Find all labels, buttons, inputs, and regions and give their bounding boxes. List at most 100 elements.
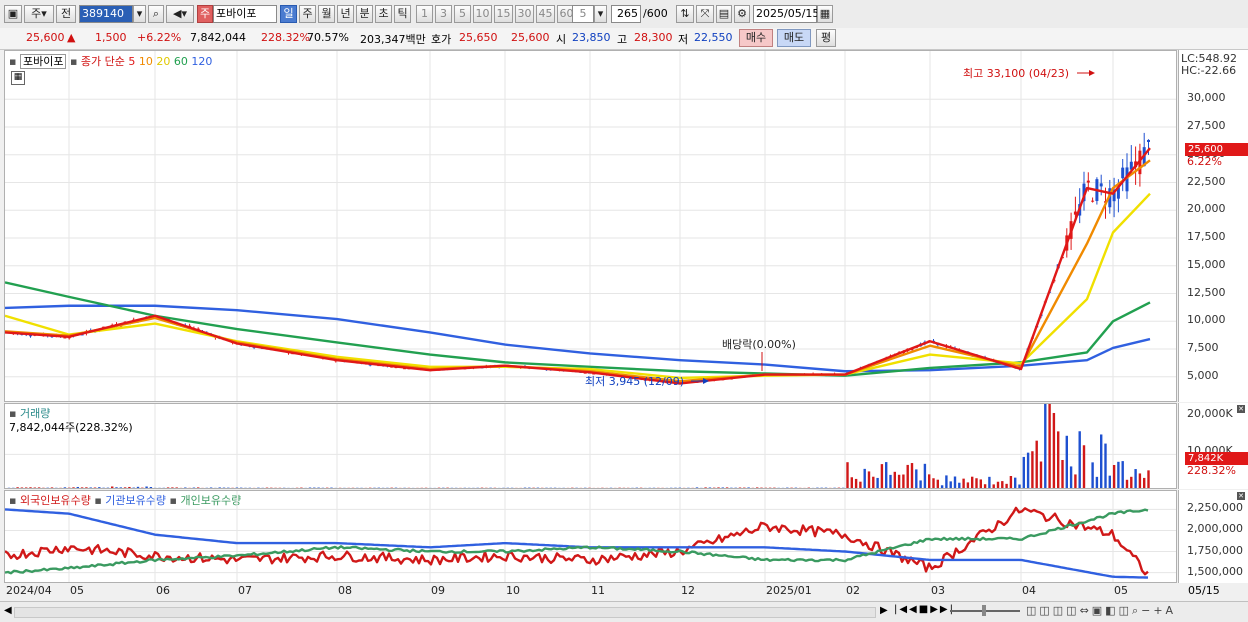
volume-bar xyxy=(709,487,711,488)
minute-3-button[interactable]: 3 xyxy=(435,5,452,23)
x-tick-label: 02 xyxy=(846,584,860,597)
minute-dropdown-icon[interactable]: ▾ xyxy=(594,5,607,23)
volume-bar xyxy=(868,471,870,488)
price-chart-pane[interactable]: ▪ 포바이포 ▪ 종가 단순 5 10 20 60 120 ▦ 최고 33,10… xyxy=(4,50,1177,402)
playback-controls-icon[interactable]: |◀◀■▶▶| xyxy=(894,604,955,615)
volume-bar xyxy=(1061,460,1063,488)
code-dropdown-icon[interactable]: ▾ xyxy=(133,5,146,23)
volume-bar xyxy=(984,484,986,488)
volume-bar xyxy=(1147,470,1149,488)
x-tick-label: 08 xyxy=(338,584,352,597)
prev-button[interactable]: 전 xyxy=(56,5,76,23)
volume-bar xyxy=(855,479,857,488)
minute-10-button[interactable]: 10 xyxy=(473,5,492,23)
market-select[interactable]: 주▾ xyxy=(24,5,54,23)
period-minute-button[interactable]: 분 xyxy=(356,5,373,23)
minute-5-button[interactable]: 5 xyxy=(454,5,471,23)
holding-close-icon[interactable]: ✕ xyxy=(1237,492,1245,500)
volume-bar xyxy=(29,487,31,488)
volume-bar xyxy=(197,487,199,488)
current-pct-tag: 6.22% xyxy=(1187,155,1222,168)
low-annotation: 최저 3,945 (12/09) xyxy=(585,375,684,388)
volume-bar xyxy=(1134,469,1136,488)
volume-bar xyxy=(864,469,866,488)
zoom-slider-handle[interactable] xyxy=(982,605,986,616)
volume-bar xyxy=(1014,478,1016,488)
volume-bar xyxy=(1031,451,1033,488)
volume-bar xyxy=(945,475,947,488)
period-year-button[interactable]: 년 xyxy=(337,5,354,23)
buy-button[interactable]: 매수 xyxy=(739,29,773,47)
view-tools-icon[interactable]: ◫◫◫◫⇔▣◧◫⌕−+A xyxy=(1026,604,1176,618)
holding-tick-label: 2,000,000 xyxy=(1187,522,1243,535)
volume-bar xyxy=(932,478,934,488)
volume-bar xyxy=(1010,476,1012,488)
volume-bar xyxy=(941,485,943,488)
volume-tick-high: 20,000K xyxy=(1187,407,1233,420)
minute-45-button[interactable]: 45 xyxy=(536,5,555,23)
volume-bar xyxy=(38,487,40,488)
eval-button[interactable]: 평 xyxy=(816,29,836,47)
volume-bar xyxy=(894,472,896,488)
volume-bar xyxy=(919,480,921,488)
volume-bar xyxy=(1018,485,1020,488)
volume-bar xyxy=(950,481,952,488)
candle-body xyxy=(1087,181,1090,183)
scroll-track[interactable] xyxy=(14,607,876,618)
scroll-left-icon[interactable]: ◀ xyxy=(4,605,12,616)
scroll-right-icon[interactable]: ▶ xyxy=(880,605,888,616)
stock-name-field[interactable]: 포바이포 xyxy=(213,5,277,23)
price-tick-label: 22,500 xyxy=(1187,175,1226,188)
period-tick-button[interactable]: 틱 xyxy=(394,5,411,23)
volume-bar xyxy=(1053,413,1055,488)
volume-bar xyxy=(81,487,83,488)
volume-bar xyxy=(1122,461,1124,488)
stock-code-input[interactable]: 389140 xyxy=(79,5,133,23)
speaker-icon[interactable]: ◀▾ xyxy=(166,5,194,23)
volume-bar xyxy=(1096,477,1098,488)
date-input[interactable]: 2025/05/15 xyxy=(753,5,817,23)
volume-close-icon[interactable]: ✕ xyxy=(1237,405,1245,413)
holding-chart-svg xyxy=(5,491,1177,583)
volume-bar xyxy=(993,484,995,488)
volume-bar xyxy=(924,464,926,488)
period-month-button[interactable]: 월 xyxy=(318,5,335,23)
volume-bar xyxy=(1066,436,1068,488)
settings-gear-icon[interactable]: ⚙ xyxy=(734,5,750,23)
minute-1-button[interactable]: 1 xyxy=(416,5,433,23)
volume-bar xyxy=(1083,445,1085,488)
volume-bar xyxy=(120,487,122,488)
save-icon[interactable]: ▤ xyxy=(716,5,732,23)
x-tick-label: 06 xyxy=(156,584,170,597)
volume-bar xyxy=(881,464,883,488)
draw-tool-icon[interactable]: ⤧ xyxy=(696,5,714,23)
volume-bar xyxy=(77,487,79,488)
volume-chart-pane[interactable]: ▪ 거래량 7,842,044주(228.32%) xyxy=(4,403,1177,489)
volume-bar xyxy=(756,487,758,488)
volume-bar xyxy=(1143,478,1145,488)
search-icon[interactable]: ⌕ xyxy=(148,5,164,23)
volume-bar xyxy=(111,487,113,488)
volume-value: 7,842,044 xyxy=(190,31,246,44)
period-second-button[interactable]: 초 xyxy=(375,5,392,23)
x-tick-label: 05 xyxy=(70,584,84,597)
holding-chart-pane[interactable]: ▪ 외국인보유수량 ▪ 기관보유수량 ▪ 개인보유수량 xyxy=(4,490,1177,583)
minute-15-button[interactable]: 15 xyxy=(494,5,513,23)
indicator-icon[interactable]: ⇅ xyxy=(676,5,694,23)
volume-bar xyxy=(704,487,706,488)
minute-custom-input[interactable]: 5 xyxy=(572,5,594,23)
sell-button[interactable]: 매도 xyxy=(777,29,811,47)
window-icon[interactable]: ▣ xyxy=(4,5,22,23)
volume-bar xyxy=(1126,480,1128,488)
minute-30-button[interactable]: 30 xyxy=(515,5,534,23)
period-day-button[interactable]: 일 xyxy=(280,5,297,23)
price-change-pct: +6.22% xyxy=(137,31,181,44)
quote-bar: 25,600 ▲ 1,500 +6.22% 7,842,044 228.32% … xyxy=(0,28,1248,50)
count-input[interactable]: 265 xyxy=(611,5,641,23)
period-week-button[interactable]: 주 xyxy=(299,5,316,23)
date-picker-icon[interactable]: ▦ xyxy=(817,5,833,23)
volume-bar xyxy=(1117,462,1119,488)
price-tick-label: 27,500 xyxy=(1187,119,1226,132)
price-tick-label: 10,000 xyxy=(1187,313,1226,326)
candle-body xyxy=(1100,183,1103,186)
